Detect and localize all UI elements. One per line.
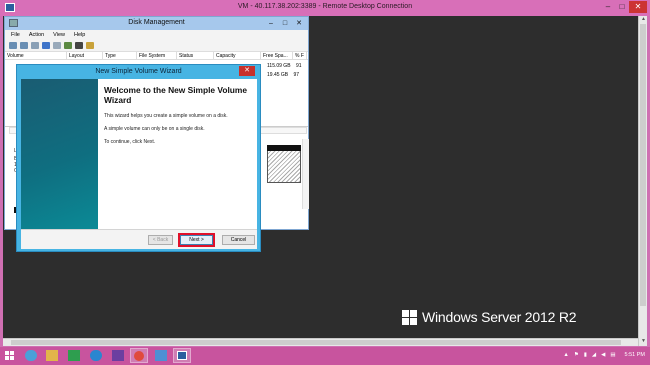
col-volume[interactable]: Volume <box>5 52 67 60</box>
wizard-instruction: To continue, click Next. <box>104 139 156 145</box>
ime-icon[interactable]: ▤ <box>610 352 615 358</box>
system-tray: ▲ ⚑ ▮ ◢ ◀ ▤ 5:51 PM <box>558 352 645 358</box>
table-row[interactable]: 19.45 GB 97 <box>267 72 299 78</box>
wizard-heading: Welcome to the New Simple Volume Wizard <box>104 85 248 105</box>
ie-icon[interactable] <box>25 350 37 361</box>
col-capacity[interactable]: Capacity <box>214 52 261 60</box>
help-icon[interactable] <box>42 42 50 49</box>
wizard-side-banner <box>21 79 98 229</box>
wizard-titlebar: New Simple Volume Wizard ✕ <box>17 65 260 79</box>
wizard-description: This wizard helps you create a simple vo… <box>104 113 228 119</box>
free-space-value: 115.09 GB <box>267 63 291 69</box>
wizard-title: New Simple Volume Wizard <box>95 68 182 75</box>
visual-studio-icon[interactable] <box>112 350 124 361</box>
skype-icon[interactable] <box>90 350 102 361</box>
restore-button[interactable]: □ <box>615 1 629 13</box>
wizard-body: Welcome to the New Simple Volume Wizard … <box>21 79 257 249</box>
cancel-button[interactable]: Cancel <box>222 235 255 245</box>
col-status[interactable]: Status <box>177 52 214 60</box>
volume-icon[interactable]: ◀ <box>601 352 605 358</box>
wizard-divider <box>21 229 257 230</box>
windows-logo-icon <box>402 309 417 325</box>
dm-titlebar: Disk Management – □ ✕ <box>5 17 308 30</box>
windows-server-branding: Windows Server 2012 R2 <box>402 309 577 325</box>
rdp-window-controls: – □ ✕ <box>601 1 647 13</box>
new-simple-volume-wizard: New Simple Volume Wizard ✕ Welcome to th… <box>16 64 261 252</box>
col-percent-free[interactable]: % F <box>293 52 307 60</box>
clock[interactable]: 5:51 PM <box>625 352 645 358</box>
rdp-titlebar: VM - 40.117.38.202:3389 - Remote Desktop… <box>0 0 650 16</box>
menu-file[interactable]: File <box>11 32 20 38</box>
file-explorer-icon[interactable] <box>46 350 58 361</box>
hscroll-thumb[interactable] <box>11 340 621 345</box>
flag-icon[interactable]: ⚑ <box>574 352 579 358</box>
menu-view[interactable]: View <box>53 32 65 38</box>
table-row[interactable]: 115.09 GB 91 <box>267 63 302 69</box>
wizard-content: Welcome to the New Simple Volume Wizard … <box>98 79 257 229</box>
brand-text: Windows Server 2012 R2 <box>422 309 577 325</box>
wizard-note: A simple volume can only be on a single … <box>104 126 205 132</box>
free-space-value: 19.45 GB <box>267 72 289 78</box>
col-type[interactable]: Type <box>103 52 137 60</box>
col-free-space[interactable]: Free Spa... <box>261 52 293 60</box>
minimize-button[interactable]: – <box>601 1 615 13</box>
percent-free-value: 91 <box>295 63 302 69</box>
menu-action[interactable]: Action <box>29 32 44 38</box>
scroll-thumb[interactable] <box>640 24 646 306</box>
dm-window-controls: – □ ✕ <box>264 18 306 29</box>
dm-minimize-button[interactable]: – <box>264 18 278 29</box>
forward-arrow-icon[interactable] <box>20 42 28 49</box>
tray-arrow-icon[interactable]: ▲ <box>563 352 568 358</box>
scroll-down-arrow[interactable]: ▼ <box>639 338 648 346</box>
remote-desktop-task-icon <box>177 351 187 360</box>
battery-icon[interactable]: ▮ <box>584 352 587 358</box>
rdp-window-title: VM - 40.117.38.202:3389 - Remote Desktop… <box>237 3 413 10</box>
horizontal-scrollbar[interactable] <box>3 338 638 346</box>
chrome-icon <box>134 351 144 361</box>
col-layout[interactable]: Layout <box>67 52 103 60</box>
col-file-system[interactable]: File System <box>137 52 177 60</box>
next-button[interactable]: Next > <box>178 233 215 247</box>
dm-close-button[interactable]: ✕ <box>292 18 306 29</box>
start-button[interactable] <box>5 351 14 360</box>
dm-toolbar <box>5 40 308 52</box>
scroll-up-arrow[interactable]: ▲ <box>639 16 648 24</box>
taskbar-item-remote-desktop[interactable] <box>173 348 191 363</box>
close-button[interactable]: ✕ <box>629 1 647 13</box>
dm-maximize-button[interactable]: □ <box>278 18 292 29</box>
excel-icon[interactable] <box>68 350 80 361</box>
taskbar-item-chrome[interactable] <box>130 348 148 363</box>
folder-icon[interactable] <box>86 42 94 49</box>
properties-icon[interactable] <box>53 42 61 49</box>
console-tree-icon[interactable] <box>31 42 39 49</box>
back-button[interactable]: < Back <box>148 235 173 245</box>
back-arrow-icon[interactable] <box>9 42 17 49</box>
menu-help[interactable]: Help <box>74 32 85 38</box>
network-icon[interactable]: ◢ <box>592 352 596 358</box>
disk-icon[interactable] <box>75 42 83 49</box>
disk-map-vscroll[interactable] <box>302 139 309 209</box>
percent-free-value: 97 <box>293 72 300 78</box>
volume-list-header: Volume Layout Type File System Status Ca… <box>5 52 308 60</box>
outlook-icon[interactable] <box>155 350 167 361</box>
taskbar: ▲ ⚑ ▮ ◢ ◀ ▤ 5:51 PM <box>0 347 650 365</box>
dm-title: Disk Management <box>128 19 185 26</box>
dm-menubar: File Action View Help <box>5 30 308 40</box>
wizard-close-button[interactable]: ✕ <box>239 66 255 76</box>
partition-header-bar <box>267 145 301 151</box>
check-icon[interactable] <box>64 42 72 49</box>
vertical-scrollbar[interactable]: ▲ ▼ <box>638 16 647 346</box>
